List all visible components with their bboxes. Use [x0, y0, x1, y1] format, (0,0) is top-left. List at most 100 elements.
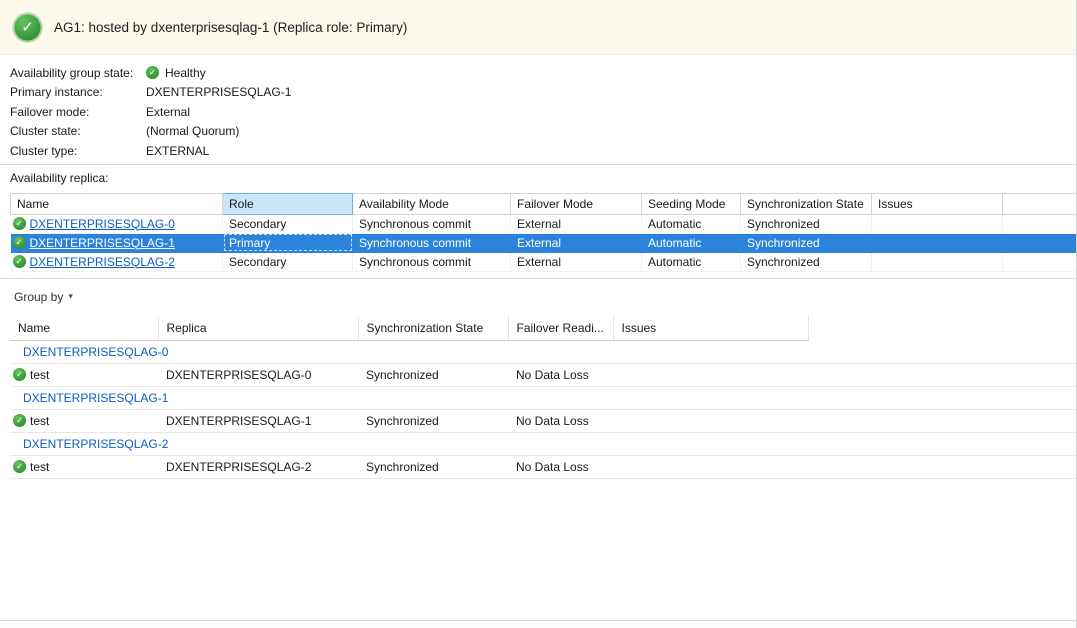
- database-name: test: [30, 460, 49, 474]
- summary-label: Cluster state:: [10, 124, 146, 138]
- column-header-issues[interactable]: Issues: [613, 316, 808, 341]
- healthy-icon: ✓: [13, 255, 26, 268]
- cell-role: Primary: [223, 233, 353, 252]
- summary-value: (Normal Quorum): [146, 124, 239, 138]
- table-row[interactable]: ✓ DXENTERPRISESQLAG-0 Secondary Synchron…: [11, 214, 1077, 233]
- column-header-replica[interactable]: Replica: [158, 316, 358, 341]
- database-name: test: [30, 414, 49, 428]
- groupby-bar: Group by ▾: [0, 279, 1076, 306]
- cell-sync-state: Synchronized: [358, 363, 508, 386]
- column-header-issues[interactable]: Issues: [872, 193, 1003, 214]
- healthy-status-icon: ✓: [13, 13, 42, 42]
- ag-summary: Availability group state: ✓ Healthy Prim…: [0, 55, 1076, 161]
- column-header-name[interactable]: Name: [11, 193, 223, 214]
- column-header-failover-readiness[interactable]: Failover Readi...: [508, 316, 613, 341]
- column-header-seeding-mode[interactable]: Seeding Mode: [642, 193, 741, 214]
- pane-bottom-edge: [0, 620, 1076, 628]
- cell-replica: DXENTERPRISESQLAG-2: [158, 455, 358, 478]
- replica-link[interactable]: DXENTERPRISESQLAG-1: [30, 236, 175, 250]
- page-title: AG1: hosted by dxenterprisesqlag-1 (Repl…: [54, 20, 407, 35]
- cell-role: Secondary: [223, 252, 353, 271]
- cell-filler: [808, 363, 1077, 386]
- group-header-row[interactable]: DXENTERPRISESQLAG-1: [10, 386, 1077, 409]
- summary-label: Availability group state:: [10, 66, 146, 80]
- cell-filler: [808, 409, 1077, 432]
- group-header-row[interactable]: DXENTERPRISESQLAG-2: [10, 432, 1077, 455]
- summary-label: Cluster type:: [10, 144, 146, 158]
- cell-failover-mode: External: [511, 233, 642, 252]
- cell-filler: [1003, 252, 1077, 271]
- cell-failover-mode: External: [511, 252, 642, 271]
- cell-filler: [808, 455, 1077, 478]
- table-row[interactable]: ✓ test DXENTERPRISESQLAG-1 Synchronized …: [10, 409, 1077, 432]
- summary-row-primary-instance: Primary instance: DXENTERPRISESQLAG-1: [10, 83, 1076, 103]
- column-header-filler: [808, 316, 1077, 341]
- summary-value: DXENTERPRISESQLAG-1: [146, 85, 291, 99]
- cell-issues: [872, 214, 1003, 233]
- cell-role: Secondary: [223, 214, 353, 233]
- column-header-role[interactable]: Role: [223, 193, 353, 214]
- cell-seeding-mode: Automatic: [642, 214, 741, 233]
- column-header-synchronization-state[interactable]: Synchronization State: [741, 193, 872, 214]
- group-header-row[interactable]: DXENTERPRISESQLAG-0: [10, 340, 1077, 363]
- group-by-label: Group by: [14, 290, 63, 304]
- cell-seeding-mode: Automatic: [642, 252, 741, 271]
- cell-sync-state: Synchronized: [741, 214, 872, 233]
- summary-row-failover-mode: Failover mode: External: [10, 102, 1076, 122]
- availability-replica-grid: Name Role Availability Mode Failover Mod…: [10, 193, 1077, 272]
- table-row[interactable]: ✓ DXENTERPRISESQLAG-2 Secondary Synchron…: [11, 252, 1077, 271]
- cell-filler: [1003, 233, 1077, 252]
- healthy-icon: ✓: [13, 368, 26, 381]
- availability-group-dashboard: ✓ AG1: hosted by dxenterprisesqlag-1 (Re…: [0, 0, 1077, 628]
- cell-filler: [1003, 214, 1077, 233]
- replica-section-label: Availability replica:: [0, 165, 1076, 193]
- table-row[interactable]: ✓ test DXENTERPRISESQLAG-0 Synchronized …: [10, 363, 1077, 386]
- chevron-down-icon: ▾: [68, 291, 73, 302]
- column-header-synchronization-state[interactable]: Synchronization State: [358, 316, 508, 341]
- cell-failover-readiness: No Data Loss: [508, 455, 613, 478]
- summary-row-cluster-type: Cluster type: EXTERNAL: [10, 141, 1076, 161]
- replica-link[interactable]: DXENTERPRISESQLAG-0: [30, 217, 175, 231]
- table-row[interactable]: ✓ test DXENTERPRISESQLAG-2 Synchronized …: [10, 455, 1077, 478]
- column-header-filler: [1003, 193, 1077, 214]
- cell-availability-mode: Synchronous commit: [353, 252, 511, 271]
- cell-replica: DXENTERPRISESQLAG-1: [158, 409, 358, 432]
- cell-sync-state: Synchronized: [741, 252, 872, 271]
- column-header-availability-mode[interactable]: Availability Mode: [353, 193, 511, 214]
- cell-replica: DXENTERPRISESQLAG-0: [158, 363, 358, 386]
- healthy-icon: ✓: [13, 460, 26, 473]
- cell-sync-state: Synchronized: [358, 409, 508, 432]
- replica-grid-header-row: Name Role Availability Mode Failover Mod…: [11, 193, 1077, 214]
- cell-seeding-mode: Automatic: [642, 233, 741, 252]
- replica-link[interactable]: DXENTERPRISESQLAG-2: [30, 255, 175, 269]
- cell-issues: [872, 233, 1003, 252]
- column-header-failover-mode[interactable]: Failover Mode: [511, 193, 642, 214]
- cell-failover-readiness: No Data Loss: [508, 363, 613, 386]
- summary-label: Failover mode:: [10, 105, 146, 119]
- group-header[interactable]: DXENTERPRISESQLAG-0: [10, 340, 1077, 363]
- cell-issues: [613, 363, 808, 386]
- group-by-dropdown[interactable]: Group by ▾: [10, 288, 77, 306]
- group-header[interactable]: DXENTERPRISESQLAG-1: [10, 386, 1077, 409]
- column-header-name[interactable]: Name: [10, 316, 158, 341]
- table-row-selected[interactable]: ✓ DXENTERPRISESQLAG-1 Primary Synchronou…: [11, 233, 1077, 252]
- healthy-icon: ✓: [13, 217, 26, 230]
- summary-value: EXTERNAL: [146, 144, 209, 158]
- healthy-icon: ✓: [146, 66, 159, 79]
- summary-value: Healthy: [165, 66, 206, 80]
- summary-label: Primary instance:: [10, 85, 146, 99]
- group-header[interactable]: DXENTERPRISESQLAG-2: [10, 432, 1077, 455]
- healthy-icon: ✓: [13, 414, 26, 427]
- summary-row-cluster-state: Cluster state: (Normal Quorum): [10, 122, 1076, 142]
- cell-issues: [872, 252, 1003, 271]
- dashboard-header: ✓ AG1: hosted by dxenterprisesqlag-1 (Re…: [0, 0, 1076, 55]
- cell-availability-mode: Synchronous commit: [353, 214, 511, 233]
- cell-availability-mode: Synchronous commit: [353, 233, 511, 252]
- cell-sync-state: Synchronized: [358, 455, 508, 478]
- database-grid-header-row: Name Replica Synchronization State Failo…: [10, 316, 1077, 341]
- healthy-icon: ✓: [13, 236, 26, 249]
- cell-issues: [613, 455, 808, 478]
- summary-value: External: [146, 105, 190, 119]
- cell-failover-readiness: No Data Loss: [508, 409, 613, 432]
- cell-issues: [613, 409, 808, 432]
